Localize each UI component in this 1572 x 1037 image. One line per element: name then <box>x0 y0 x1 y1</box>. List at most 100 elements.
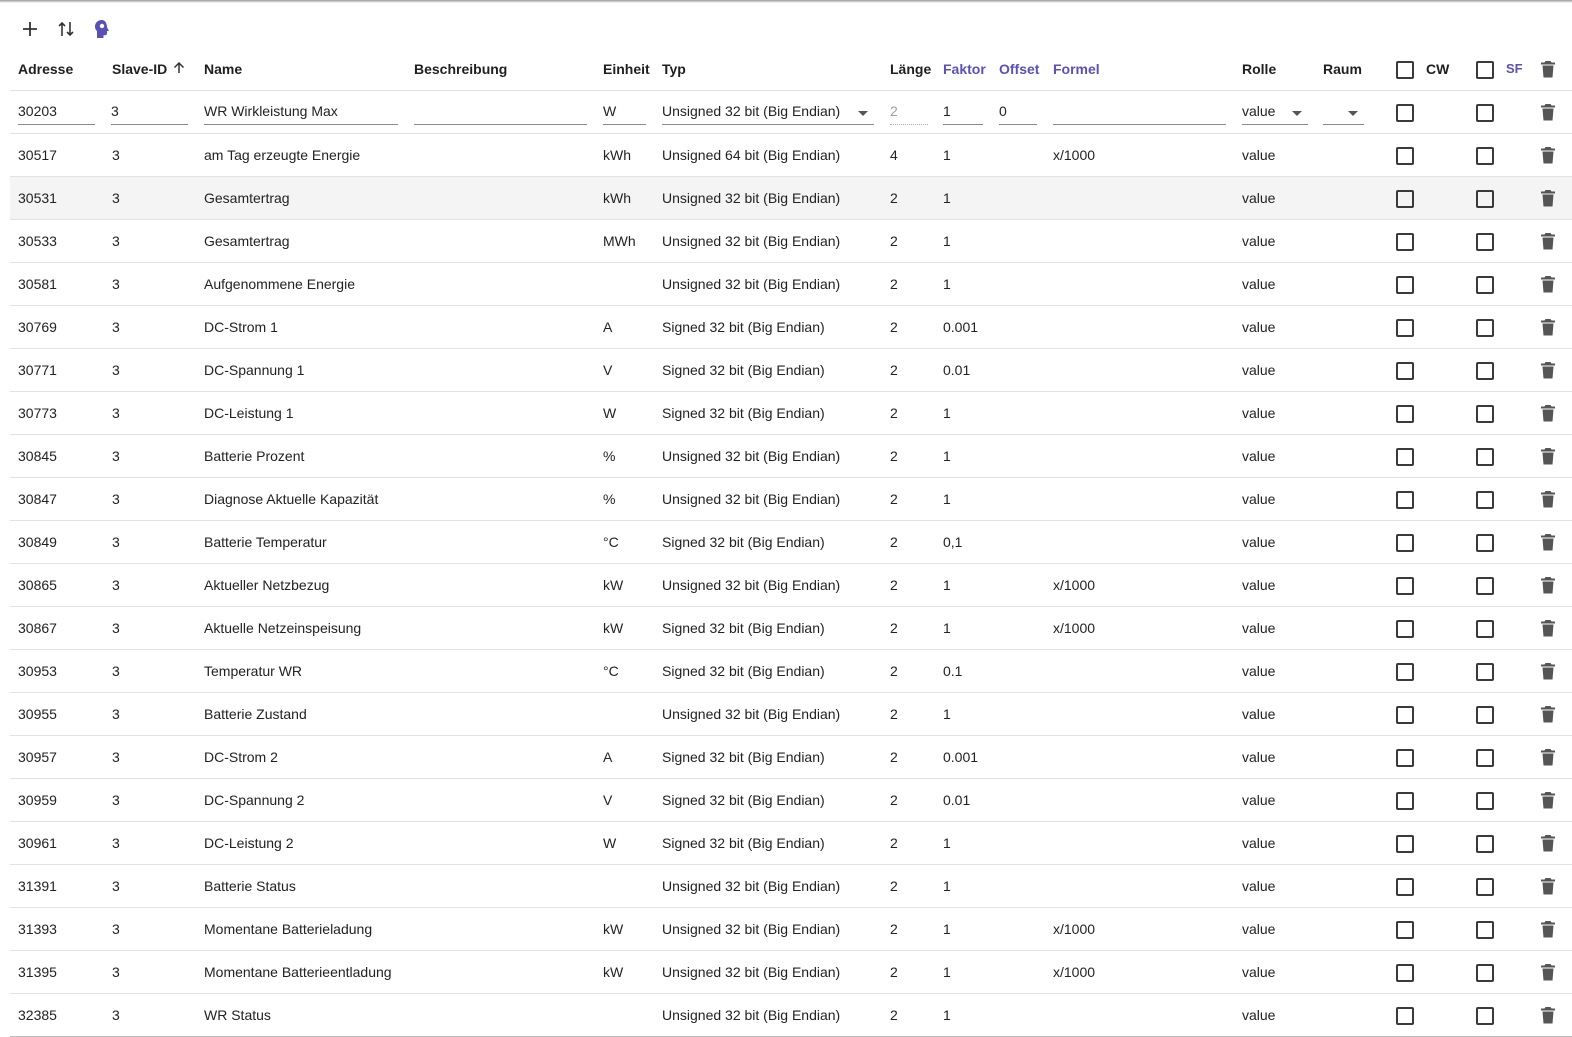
delete-icon[interactable] <box>1540 748 1556 766</box>
sf-checkbox[interactable] <box>1476 749 1494 767</box>
slave-id-input[interactable]: 3 <box>111 101 188 125</box>
delete-icon[interactable] <box>1540 1006 1556 1024</box>
cw-checkbox[interactable] <box>1396 147 1414 165</box>
col-header-offset[interactable]: Offset <box>999 47 1039 90</box>
sf-checkbox[interactable] <box>1476 878 1494 896</box>
table-row[interactable]: 30847 3 Diagnose Aktuelle Kapazität% Unsign… <box>10 478 1572 521</box>
table-row[interactable]: 30533 3 Gesamtertrag MWh Unsigned 32 bit (Bi… <box>10 220 1572 263</box>
sf-checkbox[interactable] <box>1476 921 1494 939</box>
delete-icon[interactable] <box>1540 791 1556 809</box>
col-header-role[interactable]: Rolle <box>1242 47 1276 90</box>
cw-checkbox[interactable] <box>1396 405 1414 423</box>
col-header-slave-id[interactable]: Slave-ID <box>112 47 185 90</box>
delete-all-icon[interactable] <box>1540 60 1556 78</box>
delete-icon[interactable] <box>1540 619 1556 637</box>
import-button[interactable] <box>84 14 120 44</box>
add-button[interactable] <box>12 14 48 44</box>
cw-checkbox[interactable] <box>1396 921 1414 939</box>
sf-checkbox[interactable] <box>1476 362 1494 380</box>
table-row[interactable]: 30865 3 Aktueller Netzbezug kW Unsigned 32 b… <box>10 564 1572 607</box>
cw-checkbox[interactable] <box>1396 233 1414 251</box>
cw-checkbox[interactable] <box>1396 706 1414 724</box>
cw-checkbox[interactable] <box>1396 104 1414 122</box>
sf-checkbox[interactable] <box>1476 577 1494 595</box>
address-input[interactable]: 30203 <box>18 101 95 125</box>
delete-icon[interactable] <box>1540 232 1556 250</box>
offset-input[interactable]: 0 <box>999 101 1037 125</box>
col-header-description[interactable]: Beschreibung <box>414 47 507 90</box>
cw-checkbox[interactable] <box>1396 835 1414 853</box>
delete-icon[interactable] <box>1540 877 1556 895</box>
cw-checkbox[interactable] <box>1396 534 1414 552</box>
table-row[interactable]: 31391 3 Batterie Status Unsigned 32 bit (Bi… <box>10 865 1572 908</box>
select-all-cw-checkbox[interactable] <box>1396 61 1414 79</box>
cw-checkbox[interactable] <box>1396 491 1414 509</box>
table-row[interactable]: 30953 3 Temperatur WR °C Signed 32 bit (Big … <box>10 650 1572 693</box>
cw-checkbox[interactable] <box>1396 1007 1414 1025</box>
sf-checkbox[interactable] <box>1476 448 1494 466</box>
sf-checkbox[interactable] <box>1476 835 1494 853</box>
table-row[interactable]: 30957 3 DC-Strom 2 A Signed 32 bit (Big Endi… <box>10 736 1572 779</box>
table-row[interactable]: 30867 3 Aktuelle Netzeinspeisung kW Signed 3… <box>10 607 1572 650</box>
formula-input[interactable] <box>1053 101 1226 125</box>
sf-checkbox[interactable] <box>1476 792 1494 810</box>
delete-icon[interactable] <box>1540 146 1556 164</box>
cw-checkbox[interactable] <box>1396 878 1414 896</box>
delete-icon[interactable] <box>1540 275 1556 293</box>
delete-icon[interactable] <box>1540 834 1556 852</box>
table-row[interactable]: 30959 3 DC-Spannung 2 V Signed 32 bit (Big E… <box>10 779 1572 822</box>
cw-checkbox[interactable] <box>1396 276 1414 294</box>
sf-checkbox[interactable] <box>1476 663 1494 681</box>
table-row[interactable]: 30531 3 Gesamtertrag kWh Unsigned 32 bit (Bi… <box>10 177 1572 220</box>
unit-input[interactable]: W <box>603 101 646 125</box>
sf-checkbox[interactable] <box>1476 190 1494 208</box>
delete-icon[interactable] <box>1540 963 1556 981</box>
sf-checkbox[interactable] <box>1476 319 1494 337</box>
col-header-length[interactable]: Länge <box>890 47 931 90</box>
sf-checkbox[interactable] <box>1476 1007 1494 1025</box>
sf-checkbox[interactable] <box>1476 534 1494 552</box>
table-row[interactable]: 30581 3 Aufgenommene Energie Unsigned 32 bi… <box>10 263 1572 306</box>
cw-checkbox[interactable] <box>1396 319 1414 337</box>
room-select[interactable] <box>1323 101 1364 125</box>
cw-checkbox[interactable] <box>1396 190 1414 208</box>
sf-checkbox[interactable] <box>1476 491 1494 509</box>
table-row[interactable]: 30961 3 DC-Leistung 2 W Signed 32 bit (Big E… <box>10 822 1572 865</box>
table-row[interactable]: 30517 3 am Tag erzeugte Energie kWh Unsigned… <box>10 134 1572 177</box>
delete-icon[interactable] <box>1540 576 1556 594</box>
description-input[interactable] <box>414 101 587 125</box>
col-header-name[interactable]: Name <box>204 47 242 90</box>
sf-checkbox[interactable] <box>1476 147 1494 165</box>
delete-icon[interactable] <box>1540 490 1556 508</box>
table-row[interactable]: 32385 3 WR Status Unsigned 32 bit (Big Endi… <box>10 994 1572 1037</box>
table-row[interactable]: 30955 3 Batterie Zustand Unsigned 32 bit (B… <box>10 693 1572 736</box>
delete-icon[interactable] <box>1540 318 1556 336</box>
delete-icon[interactable] <box>1540 189 1556 207</box>
table-row[interactable]: 30845 3 Batterie Prozent% Unsigned 32 bit (… <box>10 435 1572 478</box>
delete-icon[interactable] <box>1540 533 1556 551</box>
cw-checkbox[interactable] <box>1396 577 1414 595</box>
col-header-room[interactable]: Raum <box>1323 47 1362 90</box>
sf-checkbox[interactable] <box>1476 620 1494 638</box>
col-header-unit[interactable]: Einheit <box>603 47 650 90</box>
cw-checkbox[interactable] <box>1396 620 1414 638</box>
table-row[interactable]: 30773 3 DC-Leistung 1 W Signed 32 bit (Big E… <box>10 392 1572 435</box>
name-input[interactable]: WR Wirkleistung Max <box>204 101 398 125</box>
delete-icon[interactable] <box>1540 103 1556 121</box>
col-header-factor[interactable]: Faktor <box>943 47 986 90</box>
table-row[interactable]: 31393 3 Momentane Batterieladung kW Unsigned… <box>10 908 1572 951</box>
table-row[interactable]: 31395 3 Momentane Batterieentladung kW Unsig… <box>10 951 1572 994</box>
sf-checkbox[interactable] <box>1476 104 1494 122</box>
sf-checkbox[interactable] <box>1476 233 1494 251</box>
role-select[interactable]: value <box>1242 101 1308 125</box>
table-row[interactable]: 30771 3 DC-Spannung 1 V Signed 32 bit (Big E… <box>10 349 1572 392</box>
table-row[interactable]: 30849 3 Batterie Temperatur °C Signed 32 bit… <box>10 521 1572 564</box>
cw-checkbox[interactable] <box>1396 792 1414 810</box>
select-all-sf-checkbox[interactable] <box>1476 61 1494 79</box>
col-header-type[interactable]: Typ <box>662 47 686 90</box>
col-header-address[interactable]: Adresse <box>18 47 73 90</box>
sort-button[interactable] <box>48 14 84 44</box>
cw-checkbox[interactable] <box>1396 362 1414 380</box>
type-select[interactable]: Unsigned 32 bit (Big Endian) <box>662 101 874 125</box>
factor-input[interactable]: 1 <box>943 101 983 125</box>
